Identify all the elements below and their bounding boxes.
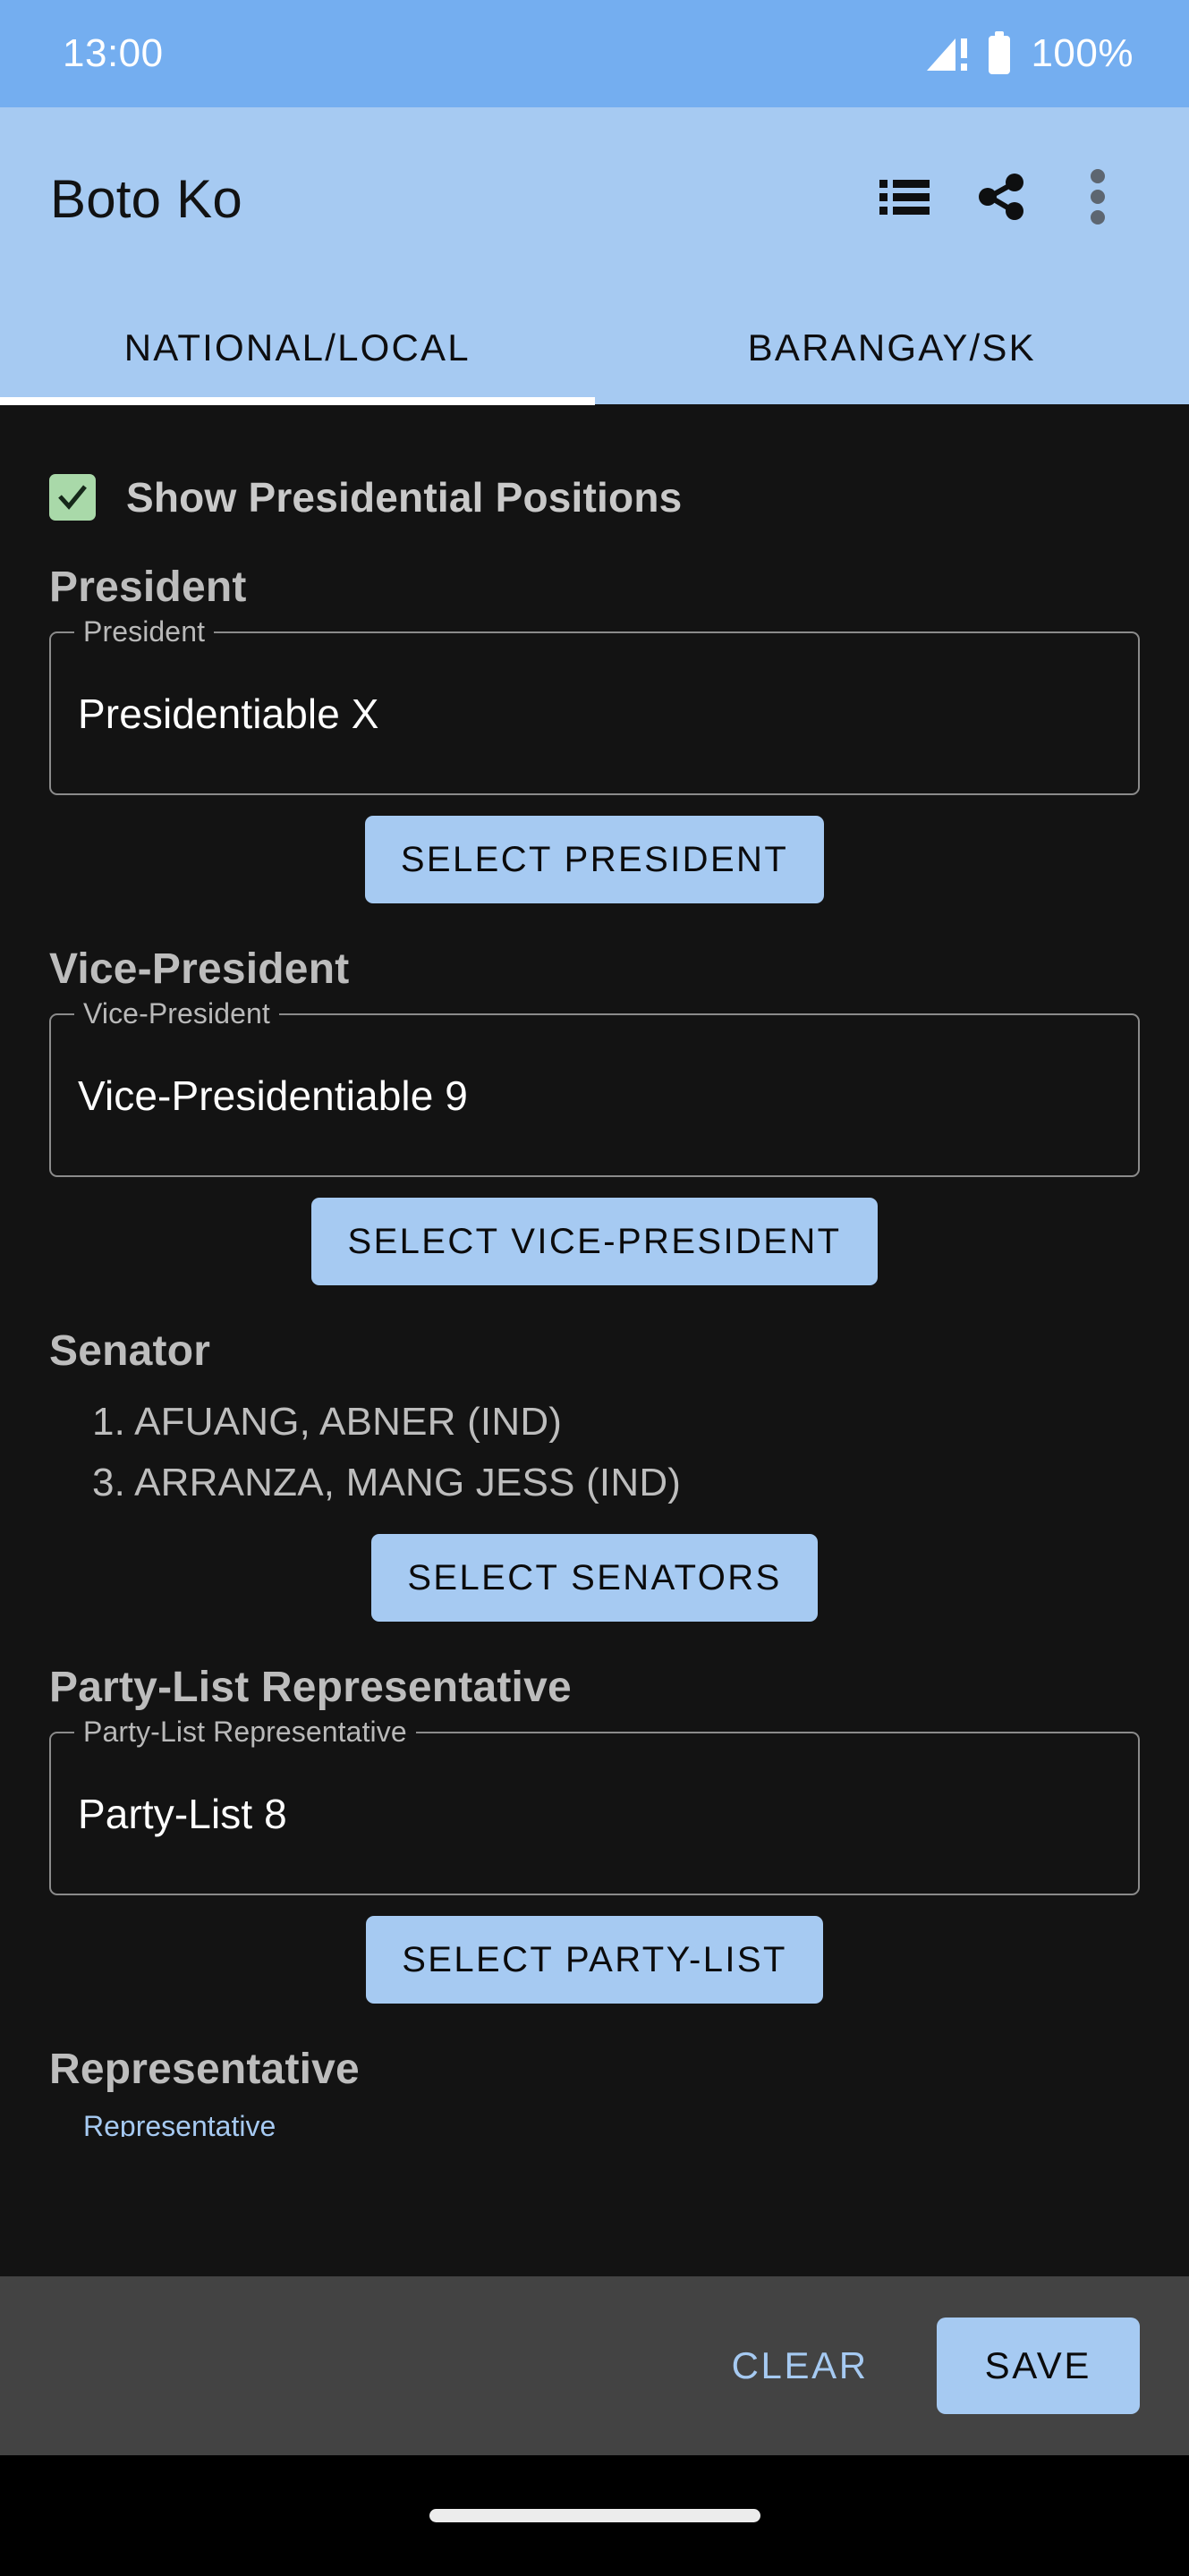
select-president-button[interactable]: SELECT PRESIDENT — [364, 816, 825, 903]
section-heading-representative: Representative — [49, 2046, 360, 2093]
senator-button-row: SELECT SENATORS — [49, 1534, 1140, 1622]
signal-warning-icon — [925, 33, 972, 74]
party-list-field-label: Party-List Representative — [74, 1717, 416, 1746]
party-list-button-row: SELECT PARTY-LIST — [49, 1916, 1140, 2004]
checkbox-checked-icon — [49, 474, 96, 521]
battery-full-icon — [986, 31, 1013, 76]
app-title: Boto Ko — [50, 169, 242, 229]
president-button-row: SELECT PRESIDENT — [49, 816, 1140, 903]
representative-field-label: Representative — [83, 2110, 276, 2137]
show-presidential-positions-checkbox[interactable]: Show Presidential Positions — [49, 473, 1140, 521]
vice-president-field-value: Vice-Presidentiable 9 — [78, 1072, 468, 1119]
vice-president-button-row: SELECT VICE-PRESIDENT — [49, 1198, 1140, 1285]
party-list-field[interactable]: Party-List Representative Party-List 8 — [49, 1717, 1140, 1895]
section-heading-party-list: Party-List Representative — [49, 1664, 572, 1711]
battery-percent: 100% — [1031, 31, 1134, 75]
tab-national-local[interactable]: NATIONAL/LOCAL — [0, 291, 595, 404]
clear-button[interactable]: CLEAR — [718, 2329, 883, 2402]
tab-label: NATIONAL/LOCAL — [123, 326, 471, 369]
home-gesture-pill[interactable] — [429, 2509, 760, 2522]
select-party-list-button[interactable]: SELECT PARTY-LIST — [366, 1916, 823, 2004]
share-button[interactable] — [953, 151, 1049, 248]
view-list-button[interactable] — [856, 151, 953, 248]
vice-president-field[interactable]: Vice-President Vice-Presidentiable 9 — [49, 999, 1140, 1177]
ballot-form: Show Presidential Positions President Pr… — [0, 405, 1189, 2576]
save-button[interactable]: SAVE — [936, 2318, 1140, 2414]
tab-label: BARANGAY/SK — [747, 326, 1036, 369]
section-heading-senator: Senator — [49, 1327, 211, 1375]
checkbox-label: Show Presidential Positions — [126, 474, 683, 521]
app-screen: 13:00 100% Boto Ko NATIONAL/LOCAL BARANG… — [0, 0, 1189, 2576]
system-navigation-bar — [0, 2455, 1189, 2576]
app-bar: Boto Ko — [0, 107, 1189, 291]
section-heading-vice-president: Vice-President — [49, 945, 350, 993]
select-vice-president-button[interactable]: SELECT VICE-PRESIDENT — [311, 1198, 878, 1285]
status-clock: 13:00 — [63, 31, 164, 75]
tab-bar: NATIONAL/LOCAL BARANGAY/SK — [0, 291, 1189, 404]
senator-selection-list: 1. AFUANG, ABNER (IND) 3. ARRANZA, MANG … — [49, 1392, 1140, 1513]
president-field-value: Presidentiable X — [78, 690, 379, 737]
vice-president-field-label: Vice-President — [74, 999, 279, 1028]
status-bar: 13:00 100% — [0, 0, 1189, 107]
tab-barangay-sk[interactable]: BARANGAY/SK — [595, 291, 1189, 404]
select-senators-button[interactable]: SELECT SENATORS — [371, 1534, 818, 1622]
tab-selected-indicator — [0, 397, 595, 405]
status-indicators: 100% — [925, 31, 1134, 76]
section-heading-president: President — [49, 564, 247, 611]
view-list-icon — [879, 176, 930, 222]
list-item: 3. ARRANZA, MANG JESS (IND) — [92, 1461, 682, 1504]
overflow-menu-button[interactable] — [1049, 151, 1146, 248]
share-icon — [975, 171, 1027, 227]
app-bar-actions — [856, 151, 1146, 248]
president-field-label: President — [74, 617, 215, 646]
bottom-action-bar: CLEAR SAVE — [0, 2276, 1189, 2455]
overflow-menu-icon — [1090, 169, 1106, 229]
party-list-field-value: Party-List 8 — [78, 1790, 287, 1837]
list-item: 1. AFUANG, ABNER (IND) — [92, 1400, 563, 1444]
president-field[interactable]: President Presidentiable X — [49, 617, 1140, 795]
